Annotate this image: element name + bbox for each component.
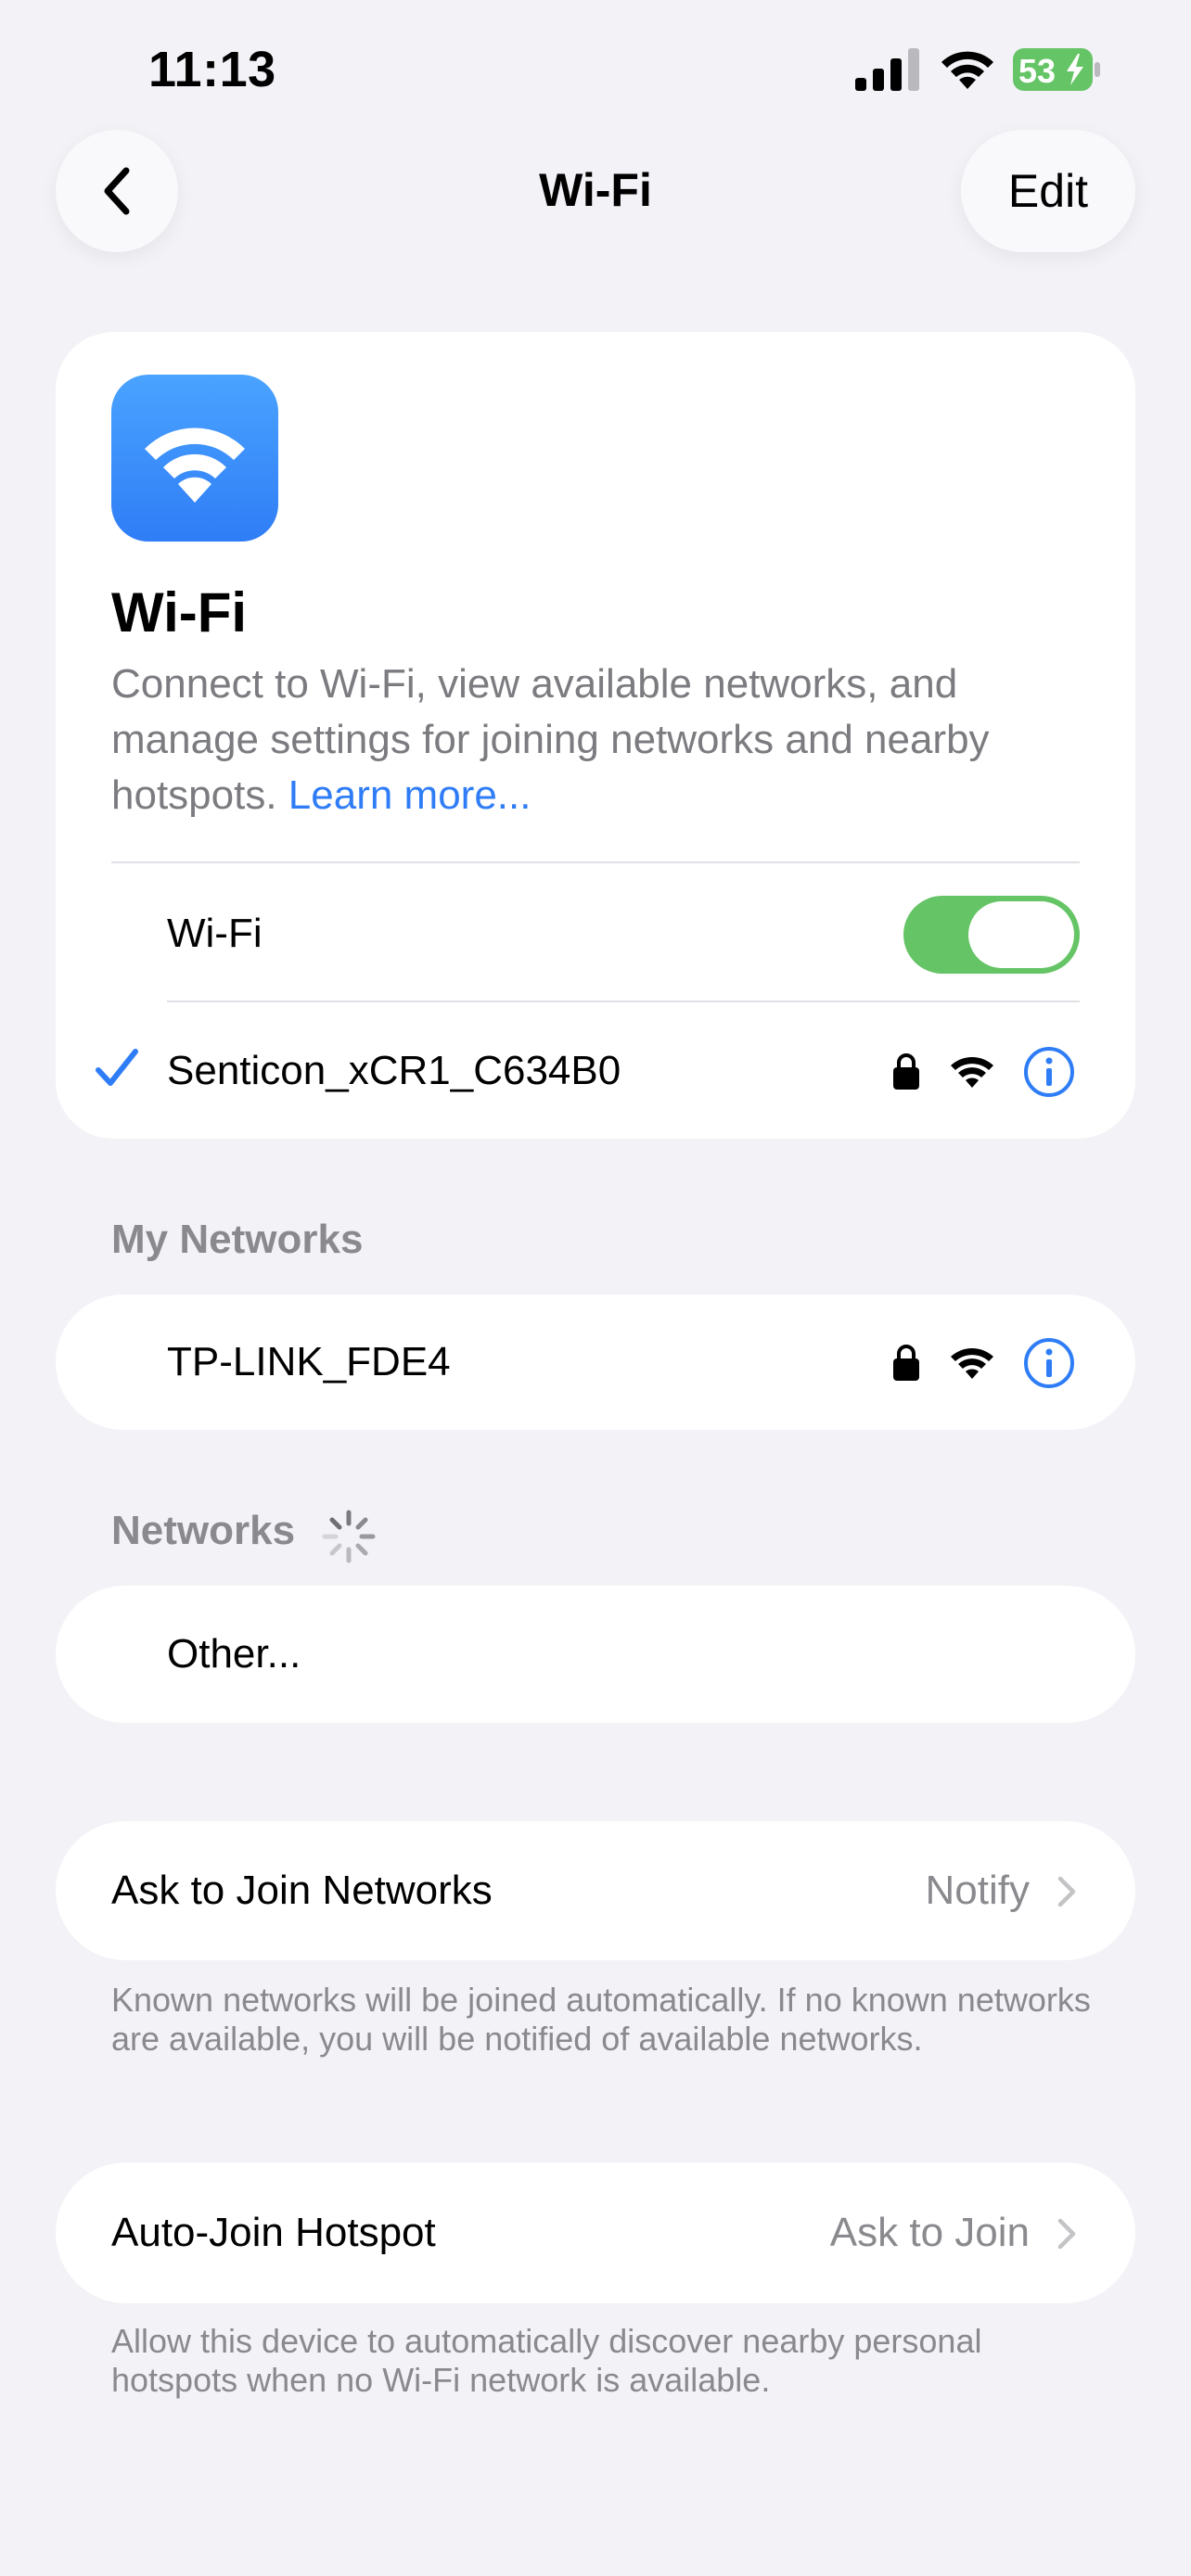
cellular-signal-icon bbox=[855, 48, 919, 91]
chevron-right-icon bbox=[1057, 1876, 1076, 1907]
divider bbox=[111, 861, 1080, 863]
info-icon[interactable] bbox=[1023, 1337, 1075, 1389]
my-networks-header: My Networks bbox=[111, 1217, 364, 1262]
connected-network-name: Senticon_xCR1_C634B0 bbox=[167, 1048, 621, 1093]
chevron-right-icon bbox=[1057, 2218, 1076, 2250]
wifi-icon bbox=[941, 51, 993, 89]
lock-icon bbox=[893, 1345, 919, 1381]
auto-join-hotspot-value: Ask to Join bbox=[829, 2210, 1030, 2255]
other-network-label: Other... bbox=[167, 1631, 301, 1677]
wifi-app-icon bbox=[111, 375, 278, 542]
battery-charging-icon: 53 bbox=[1013, 48, 1102, 91]
status-time: 11:13 bbox=[148, 42, 276, 97]
wifi-toggle-label: Wi-Fi bbox=[167, 911, 263, 956]
lock-icon bbox=[893, 1053, 919, 1090]
wifi-signal-icon bbox=[951, 1348, 993, 1379]
checkmark-icon bbox=[96, 1049, 138, 1086]
page-title: Wi-Fi bbox=[539, 164, 652, 216]
battery-level-text: 53 bbox=[1018, 52, 1057, 90]
ask-to-join-label: Ask to Join Networks bbox=[111, 1868, 493, 1913]
chevron-left-icon bbox=[104, 167, 130, 215]
toggle-knob bbox=[968, 901, 1074, 968]
ask-to-join-value: Notify bbox=[925, 1868, 1030, 1913]
wifi-toggle[interactable] bbox=[903, 896, 1080, 974]
info-icon[interactable] bbox=[1023, 1046, 1075, 1098]
my-network-name: TP-LINK_FDE4 bbox=[167, 1339, 451, 1384]
divider bbox=[167, 1001, 1080, 1002]
card-heading: Wi-Fi bbox=[111, 581, 248, 644]
wifi-signal-icon bbox=[951, 1057, 993, 1088]
auto-join-hotspot-footer: Allow this device to automatically disco… bbox=[111, 2322, 982, 2399]
description-text: Connect to Wi-Fi, view available network… bbox=[111, 661, 990, 818]
edit-button[interactable]: Edit bbox=[961, 130, 1135, 252]
auto-join-hotspot-label: Auto-Join Hotspot bbox=[111, 2210, 436, 2255]
networks-header: Networks bbox=[111, 1508, 296, 1553]
loading-spinner-icon bbox=[322, 1510, 376, 1563]
back-button[interactable] bbox=[56, 130, 178, 252]
card-description: Connect to Wi-Fi, view available network… bbox=[111, 657, 1095, 823]
ask-to-join-footer: Known networks will be joined automatica… bbox=[111, 1981, 1091, 2058]
learn-more-link[interactable]: Learn more... bbox=[288, 772, 531, 818]
